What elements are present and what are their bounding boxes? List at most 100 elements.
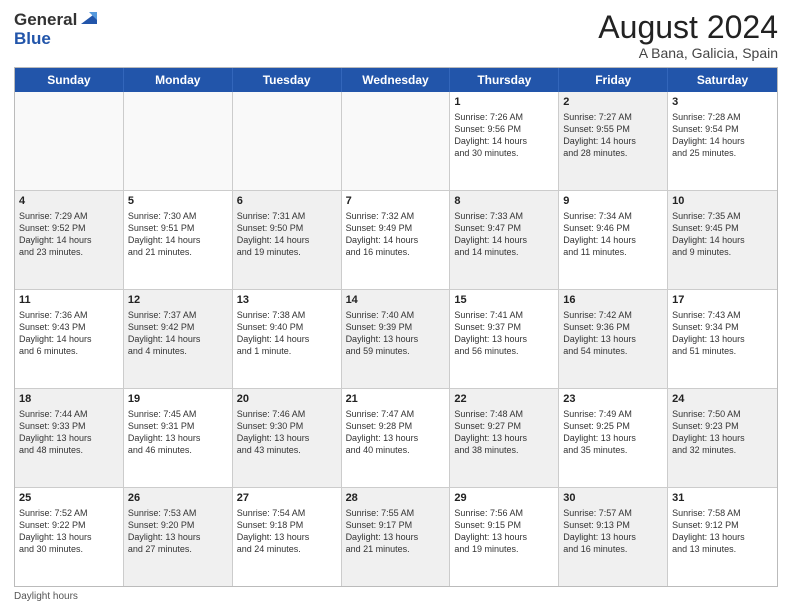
cal-cell: 7Sunrise: 7:32 AM Sunset: 9:49 PM Daylig… — [342, 191, 451, 289]
cal-cell: 20Sunrise: 7:46 AM Sunset: 9:30 PM Dayli… — [233, 389, 342, 487]
cal-cell: 6Sunrise: 7:31 AM Sunset: 9:50 PM Daylig… — [233, 191, 342, 289]
calendar: SundayMondayTuesdayWednesdayThursdayFrid… — [14, 67, 778, 587]
cell-detail: Sunrise: 7:35 AM Sunset: 9:45 PM Dayligh… — [672, 210, 773, 259]
day-number: 2 — [563, 95, 663, 110]
cal-cell — [233, 92, 342, 190]
cal-header-cell: Sunday — [15, 68, 124, 92]
cell-detail: Sunrise: 7:50 AM Sunset: 9:23 PM Dayligh… — [672, 408, 773, 457]
cal-cell: 15Sunrise: 7:41 AM Sunset: 9:37 PM Dayli… — [450, 290, 559, 388]
cell-detail: Sunrise: 7:54 AM Sunset: 9:18 PM Dayligh… — [237, 507, 337, 556]
cell-detail: Sunrise: 7:27 AM Sunset: 9:55 PM Dayligh… — [563, 111, 663, 160]
cal-cell — [124, 92, 233, 190]
day-number: 21 — [346, 392, 446, 407]
day-number: 24 — [672, 392, 773, 407]
cell-detail: Sunrise: 7:47 AM Sunset: 9:28 PM Dayligh… — [346, 408, 446, 457]
cal-cell: 3Sunrise: 7:28 AM Sunset: 9:54 PM Daylig… — [668, 92, 777, 190]
cal-cell: 4Sunrise: 7:29 AM Sunset: 9:52 PM Daylig… — [15, 191, 124, 289]
cal-cell: 16Sunrise: 7:42 AM Sunset: 9:36 PM Dayli… — [559, 290, 668, 388]
cal-row: 18Sunrise: 7:44 AM Sunset: 9:33 PM Dayli… — [15, 388, 777, 487]
cell-detail: Sunrise: 7:48 AM Sunset: 9:27 PM Dayligh… — [454, 408, 554, 457]
calendar-header: SundayMondayTuesdayWednesdayThursdayFrid… — [15, 68, 777, 92]
cell-detail: Sunrise: 7:32 AM Sunset: 9:49 PM Dayligh… — [346, 210, 446, 259]
cell-detail: Sunrise: 7:40 AM Sunset: 9:39 PM Dayligh… — [346, 309, 446, 358]
cell-detail: Sunrise: 7:58 AM Sunset: 9:12 PM Dayligh… — [672, 507, 773, 556]
day-number: 18 — [19, 392, 119, 407]
day-number: 13 — [237, 293, 337, 308]
cal-row: 1Sunrise: 7:26 AM Sunset: 9:56 PM Daylig… — [15, 92, 777, 190]
cal-row: 11Sunrise: 7:36 AM Sunset: 9:43 PM Dayli… — [15, 289, 777, 388]
calendar-body: 1Sunrise: 7:26 AM Sunset: 9:56 PM Daylig… — [15, 92, 777, 586]
day-number: 17 — [672, 293, 773, 308]
location-title: A Bana, Galicia, Spain — [598, 45, 778, 61]
cell-detail: Sunrise: 7:26 AM Sunset: 9:56 PM Dayligh… — [454, 111, 554, 160]
day-number: 1 — [454, 95, 554, 110]
cal-cell: 19Sunrise: 7:45 AM Sunset: 9:31 PM Dayli… — [124, 389, 233, 487]
day-number: 4 — [19, 194, 119, 209]
cal-header-cell: Wednesday — [342, 68, 451, 92]
cal-header-cell: Friday — [559, 68, 668, 92]
day-number: 3 — [672, 95, 773, 110]
cal-cell: 9Sunrise: 7:34 AM Sunset: 9:46 PM Daylig… — [559, 191, 668, 289]
cell-detail: Sunrise: 7:30 AM Sunset: 9:51 PM Dayligh… — [128, 210, 228, 259]
cal-cell: 5Sunrise: 7:30 AM Sunset: 9:51 PM Daylig… — [124, 191, 233, 289]
day-number: 12 — [128, 293, 228, 308]
cell-detail: Sunrise: 7:38 AM Sunset: 9:40 PM Dayligh… — [237, 309, 337, 358]
cal-cell: 17Sunrise: 7:43 AM Sunset: 9:34 PM Dayli… — [668, 290, 777, 388]
logo: General Blue — [14, 10, 99, 49]
cal-header-cell: Saturday — [668, 68, 777, 92]
cal-cell: 14Sunrise: 7:40 AM Sunset: 9:39 PM Dayli… — [342, 290, 451, 388]
day-number: 27 — [237, 491, 337, 506]
cal-cell: 12Sunrise: 7:37 AM Sunset: 9:42 PM Dayli… — [124, 290, 233, 388]
day-number: 20 — [237, 392, 337, 407]
cal-cell: 1Sunrise: 7:26 AM Sunset: 9:56 PM Daylig… — [450, 92, 559, 190]
cal-cell: 23Sunrise: 7:49 AM Sunset: 9:25 PM Dayli… — [559, 389, 668, 487]
cal-cell — [342, 92, 451, 190]
cal-cell: 8Sunrise: 7:33 AM Sunset: 9:47 PM Daylig… — [450, 191, 559, 289]
cal-row: 4Sunrise: 7:29 AM Sunset: 9:52 PM Daylig… — [15, 190, 777, 289]
day-number: 29 — [454, 491, 554, 506]
day-number: 7 — [346, 194, 446, 209]
cell-detail: Sunrise: 7:49 AM Sunset: 9:25 PM Dayligh… — [563, 408, 663, 457]
cal-cell: 11Sunrise: 7:36 AM Sunset: 9:43 PM Dayli… — [15, 290, 124, 388]
cell-detail: Sunrise: 7:28 AM Sunset: 9:54 PM Dayligh… — [672, 111, 773, 160]
day-number: 5 — [128, 194, 228, 209]
cell-detail: Sunrise: 7:33 AM Sunset: 9:47 PM Dayligh… — [454, 210, 554, 259]
cal-cell: 26Sunrise: 7:53 AM Sunset: 9:20 PM Dayli… — [124, 488, 233, 586]
day-number: 30 — [563, 491, 663, 506]
cal-cell: 29Sunrise: 7:56 AM Sunset: 9:15 PM Dayli… — [450, 488, 559, 586]
cal-header-cell: Tuesday — [233, 68, 342, 92]
footer-note: Daylight hours — [14, 591, 778, 602]
day-number: 11 — [19, 293, 119, 308]
page: General Blue August 2024 A Bana, Galicia… — [0, 0, 792, 612]
cal-cell — [15, 92, 124, 190]
cal-cell: 22Sunrise: 7:48 AM Sunset: 9:27 PM Dayli… — [450, 389, 559, 487]
cell-detail: Sunrise: 7:52 AM Sunset: 9:22 PM Dayligh… — [19, 507, 119, 556]
cell-detail: Sunrise: 7:55 AM Sunset: 9:17 PM Dayligh… — [346, 507, 446, 556]
cell-detail: Sunrise: 7:57 AM Sunset: 9:13 PM Dayligh… — [563, 507, 663, 556]
day-number: 6 — [237, 194, 337, 209]
cal-cell: 27Sunrise: 7:54 AM Sunset: 9:18 PM Dayli… — [233, 488, 342, 586]
month-title: August 2024 — [598, 10, 778, 45]
day-number: 19 — [128, 392, 228, 407]
cell-detail: Sunrise: 7:29 AM Sunset: 9:52 PM Dayligh… — [19, 210, 119, 259]
logo-blue-text: Blue — [14, 30, 99, 49]
cell-detail: Sunrise: 7:41 AM Sunset: 9:37 PM Dayligh… — [454, 309, 554, 358]
cell-detail: Sunrise: 7:34 AM Sunset: 9:46 PM Dayligh… — [563, 210, 663, 259]
logo-triangle-icon — [79, 10, 99, 30]
cal-cell: 2Sunrise: 7:27 AM Sunset: 9:55 PM Daylig… — [559, 92, 668, 190]
day-number: 25 — [19, 491, 119, 506]
cal-cell: 24Sunrise: 7:50 AM Sunset: 9:23 PM Dayli… — [668, 389, 777, 487]
cell-detail: Sunrise: 7:53 AM Sunset: 9:20 PM Dayligh… — [128, 507, 228, 556]
cal-cell: 30Sunrise: 7:57 AM Sunset: 9:13 PM Dayli… — [559, 488, 668, 586]
cal-cell: 25Sunrise: 7:52 AM Sunset: 9:22 PM Dayli… — [15, 488, 124, 586]
cell-detail: Sunrise: 7:42 AM Sunset: 9:36 PM Dayligh… — [563, 309, 663, 358]
cal-header-cell: Thursday — [450, 68, 559, 92]
day-number: 10 — [672, 194, 773, 209]
cal-row: 25Sunrise: 7:52 AM Sunset: 9:22 PM Dayli… — [15, 487, 777, 586]
cell-detail: Sunrise: 7:37 AM Sunset: 9:42 PM Dayligh… — [128, 309, 228, 358]
logo-svg: General Blue — [14, 10, 99, 49]
header: General Blue August 2024 A Bana, Galicia… — [14, 10, 778, 61]
cell-detail: Sunrise: 7:43 AM Sunset: 9:34 PM Dayligh… — [672, 309, 773, 358]
cell-detail: Sunrise: 7:46 AM Sunset: 9:30 PM Dayligh… — [237, 408, 337, 457]
day-number: 23 — [563, 392, 663, 407]
